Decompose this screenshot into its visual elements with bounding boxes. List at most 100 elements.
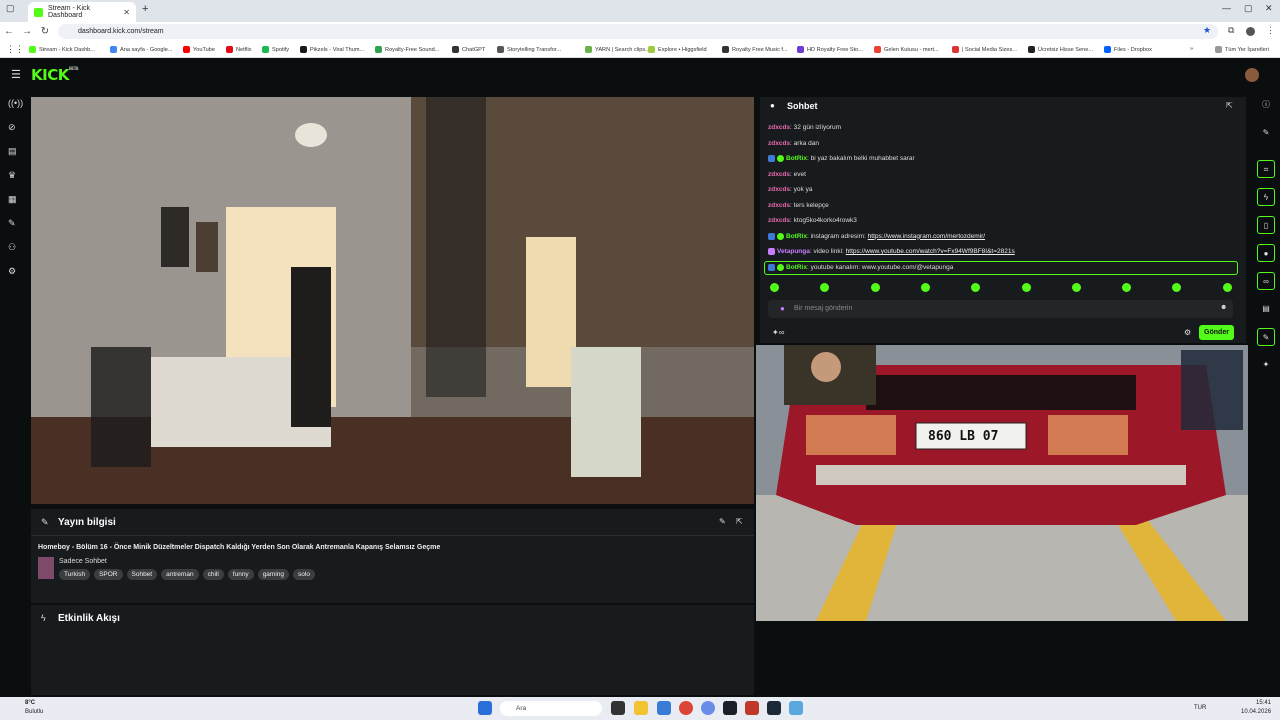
- send-button[interactable]: Gönder: [1199, 325, 1234, 340]
- chat-input[interactable]: Bir mesaj gönderin: [768, 300, 1233, 318]
- bookmark-item[interactable]: Explore • Higgsfield: [648, 46, 707, 53]
- bookmark-item[interactable]: Files - Dropbox: [1104, 46, 1152, 53]
- tools-icon[interactable]: ✎: [8, 218, 16, 229]
- chat-username[interactable]: zdxcds: [768, 171, 790, 178]
- close-tab-icon[interactable]: ✕: [123, 8, 130, 17]
- pencil-icon[interactable]: ✎: [1257, 124, 1275, 142]
- server-icon[interactable]: ▤: [1257, 300, 1275, 318]
- link-icon[interactable]: ⊘: [8, 122, 16, 133]
- tag-pill[interactable]: Sohbet: [126, 569, 158, 580]
- chat-username[interactable]: zdxcds: [768, 186, 790, 193]
- wrench-icon[interactable]: ✎: [1257, 328, 1275, 346]
- notes-icon[interactable]: [789, 701, 803, 715]
- bookmark-item[interactable]: Royalty Free Music f...: [722, 46, 788, 53]
- tag-pill[interactable]: antreman: [161, 569, 199, 580]
- bookmark-item[interactable]: | Social Media Sizes...: [952, 46, 1017, 53]
- tag-pill[interactable]: chill: [202, 569, 224, 580]
- category-name[interactable]: Sadece Sohbet: [59, 558, 107, 565]
- chat-link[interactable]: https://www.instagram.com/mertozdemir/: [868, 233, 985, 240]
- bookmark-item[interactable]: Ana sayfa - Google...: [110, 46, 173, 53]
- chat-settings-icon[interactable]: ⚙: [1184, 328, 1191, 337]
- bookmark-item[interactable]: Pikzels - Viral Thum...: [300, 46, 364, 53]
- file-icon[interactable]: ▯: [1257, 216, 1275, 234]
- trophy-icon[interactable]: ♛: [8, 170, 16, 181]
- taskbar-search[interactable]: Ara: [500, 701, 602, 716]
- bookmark-item[interactable]: Stream - Kick Dashb...: [29, 46, 95, 53]
- back-icon[interactable]: ←: [0, 26, 18, 37]
- emoji-icon[interactable]: ☻: [1220, 304, 1227, 311]
- tag-pill[interactable]: funny: [227, 569, 254, 580]
- browser-icon[interactable]: [701, 701, 715, 715]
- forward-icon[interactable]: →: [18, 26, 36, 37]
- chat-username[interactable]: zdxcds: [768, 202, 790, 209]
- emote-icon[interactable]: [820, 283, 830, 292]
- chat-popout-icon[interactable]: ⇱: [1226, 101, 1233, 110]
- emote-icon[interactable]: [1122, 283, 1132, 292]
- screen-icon[interactable]: ⌗: [1257, 160, 1275, 178]
- bookmark-item[interactable]: Netflix: [226, 46, 252, 53]
- chat-username[interactable]: Vetapunga: [777, 248, 810, 255]
- apps-grid-icon[interactable]: ⋮⋮: [6, 44, 24, 55]
- link-chain-icon[interactable]: ∞: [1257, 272, 1275, 290]
- chat-username[interactable]: zdxcds: [768, 140, 790, 147]
- tag-pill[interactable]: SPOR: [94, 569, 123, 580]
- kick-logo[interactable]: KICKBETA: [31, 66, 79, 84]
- clock-time[interactable]: 15:41: [1256, 700, 1271, 706]
- more-bookmarks-icon[interactable]: »: [1190, 46, 1193, 52]
- reload-icon[interactable]: ↻: [36, 26, 54, 37]
- bookmark-star-icon[interactable]: ★: [1203, 25, 1211, 36]
- browser-tab[interactable]: Stream - Kick Dashboard ✕: [28, 2, 136, 22]
- minimize-icon[interactable]: —: [1222, 3, 1231, 13]
- info-icon[interactable]: ⓘ: [1257, 96, 1275, 114]
- weather-desc[interactable]: Bulutlu: [25, 709, 43, 715]
- chat-link[interactable]: https://www.youtube.com/watch?v=Fx94Wf9B…: [846, 248, 1015, 255]
- emote-icon[interactable]: [1222, 283, 1232, 292]
- chat-username[interactable]: BotRix: [786, 233, 807, 240]
- steam-icon[interactable]: [767, 701, 781, 715]
- file-explorer-icon[interactable]: [634, 701, 648, 715]
- settings-icon[interactable]: ⚙: [8, 266, 16, 277]
- community-icon[interactable]: ⚇: [8, 242, 16, 253]
- clock-date[interactable]: 10.04.2026: [1241, 709, 1271, 715]
- bookmark-item[interactable]: HD Royalty Free Sto...: [797, 46, 863, 53]
- chrome-icon[interactable]: [679, 701, 693, 715]
- analytics-icon[interactable]: ▤: [8, 146, 17, 157]
- emote-icon[interactable]: [1021, 283, 1031, 292]
- obs-icon[interactable]: [723, 701, 737, 715]
- bookmark-item[interactable]: Royalty-Free Sound...: [375, 46, 439, 53]
- task-view-icon[interactable]: [611, 701, 625, 715]
- emote-icon[interactable]: [1071, 283, 1081, 292]
- video-library-icon[interactable]: ▦: [8, 194, 17, 205]
- edit-icon[interactable]: ✎: [719, 517, 726, 526]
- bookmark-item[interactable]: Spotify: [262, 46, 289, 53]
- popout-icon[interactable]: ⇱: [736, 517, 743, 526]
- bookmark-item[interactable]: Storytelling Transfor...: [497, 46, 561, 53]
- new-tab-button[interactable]: +: [142, 3, 148, 15]
- profile-avatar[interactable]: [1246, 27, 1255, 36]
- bookmark-item[interactable]: YARN | Search clips...: [585, 46, 650, 53]
- weather-temp[interactable]: 8°C: [25, 700, 35, 706]
- chat-username[interactable]: BotRix: [786, 155, 807, 162]
- close-window-icon[interactable]: ✕: [1265, 3, 1273, 14]
- chat-bubble-icon[interactable]: ●: [1257, 244, 1275, 262]
- bookmark-item[interactable]: Gelen Kutusu - mert...: [874, 46, 939, 53]
- bookmark-item[interactable]: ChatGPT: [452, 46, 485, 53]
- tag-pill[interactable]: Turkish: [59, 569, 91, 580]
- all-bookmarks-link[interactable]: Tüm Yer İşaretleri: [1215, 46, 1269, 53]
- mic-icon[interactable]: ●: [780, 304, 785, 313]
- emote-icon[interactable]: [971, 283, 981, 292]
- browser-menu-icon[interactable]: ⋮: [1266, 25, 1275, 36]
- tag-pill[interactable]: solo: [293, 569, 315, 580]
- chat-username[interactable]: zdxcds: [768, 217, 790, 224]
- stream-icon[interactable]: ((•)): [8, 98, 23, 108]
- points-icon[interactable]: ✦∞: [772, 328, 784, 337]
- emote-icon[interactable]: [770, 283, 779, 292]
- maximize-icon[interactable]: ▢: [1244, 3, 1253, 14]
- stream-preview[interactable]: [31, 97, 754, 504]
- bookmark-item[interactable]: YouTube: [183, 46, 215, 53]
- windows-start-icon[interactable]: [478, 701, 492, 715]
- tab-search-icon[interactable]: ▢: [6, 3, 15, 14]
- emote-icon[interactable]: [1172, 283, 1182, 292]
- emote-icon[interactable]: [920, 283, 930, 292]
- game-preview[interactable]: 860 LB 07: [756, 345, 1248, 621]
